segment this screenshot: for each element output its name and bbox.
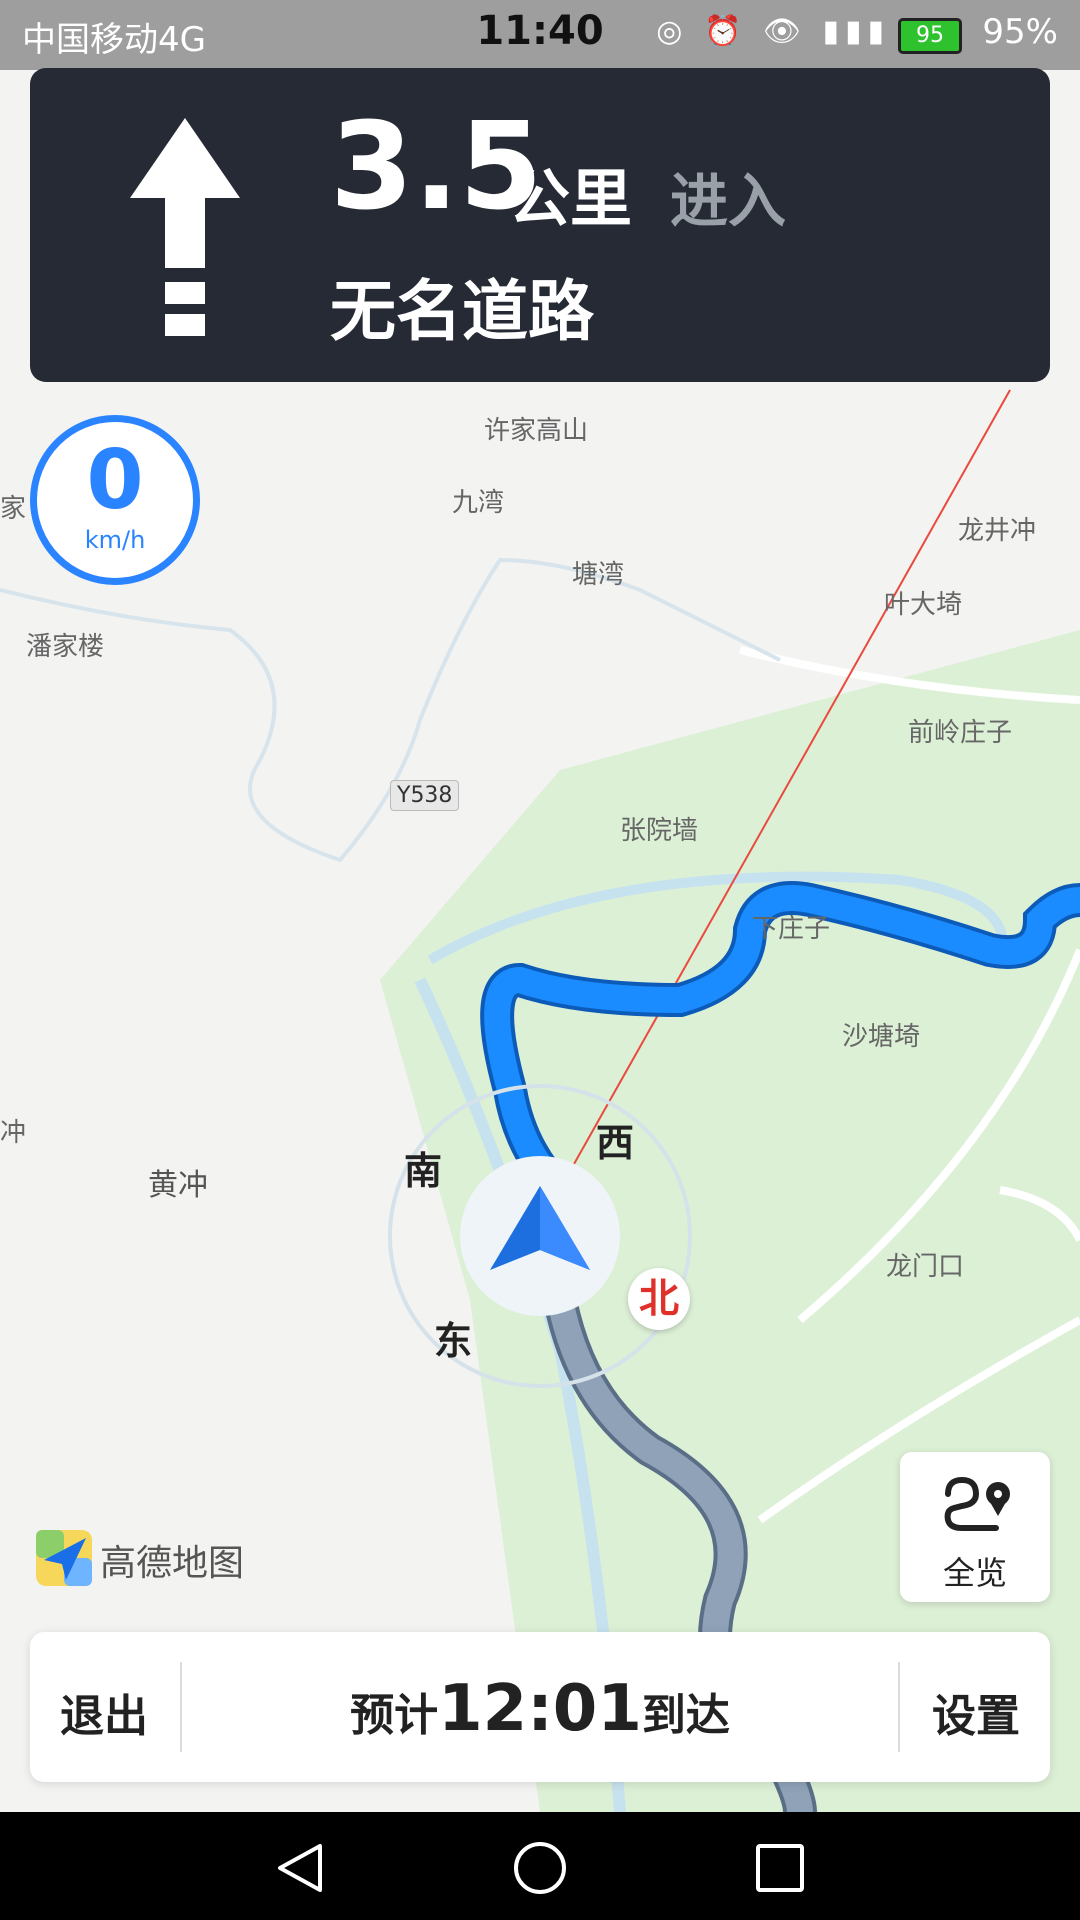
road-number-badge: Y538 [390, 780, 460, 811]
amap-logo-icon [36, 1530, 92, 1586]
eta-time: 12:01 [438, 1672, 642, 1746]
recents-icon[interactable] [752, 1840, 808, 1896]
back-icon[interactable] [272, 1840, 328, 1896]
place-label: 许家高山 [484, 416, 589, 446]
place-label: 龙门口 [886, 1252, 965, 1282]
place-label: 潘家楼 [26, 632, 105, 662]
amap-logo-text: 高德地图 [100, 1543, 245, 1584]
place-label: 前岭庄子 [908, 718, 1013, 748]
eta-prefix: 预计 [350, 1690, 439, 1741]
place-label: 家 [0, 494, 27, 524]
turn-action: 进入 [670, 167, 787, 235]
eta-suffix: 到达 [641, 1690, 730, 1741]
speed-indicator: 0 km/h [30, 415, 200, 585]
compass-south-label: 南 [404, 1149, 443, 1193]
speed-unit: km/h [84, 526, 146, 554]
place-label: 塘湾 [572, 560, 625, 590]
battery-icon: 95 [898, 18, 962, 54]
navigation-bottom-bar: 退出 预计12:01到达 设置 [30, 1632, 1050, 1782]
route-overview-icon [944, 1476, 1010, 1531]
compass-east-label: 东 [434, 1319, 473, 1363]
place-label: 叶大埼 [884, 590, 963, 620]
place-label: 张院墙 [620, 816, 699, 846]
status-bar: 中国移动4G 11:40 ◎ ⏰ 👁 ▮▮▮ 95 95% [0, 0, 1080, 70]
place-label: 冲 [0, 1118, 27, 1148]
compass-west-label: 西 [596, 1121, 635, 1165]
distance-unit: 公里 [508, 162, 633, 235]
speed-value: 0 [86, 433, 144, 528]
system-navigation-bar [0, 1812, 1080, 1920]
exit-button[interactable]: 退出 [60, 1680, 148, 1744]
place-label: 龙井冲 [958, 516, 1037, 546]
place-label: 黄冲 [148, 1168, 208, 1203]
turn-instruction-card: 3.5 公里 进入 无名道路 [30, 68, 1050, 382]
status-icons: ◎ ⏰ 👁 ▮▮▮ [656, 14, 890, 49]
eta-display: 预计12:01到达 [180, 1672, 900, 1746]
home-icon[interactable] [512, 1840, 568, 1896]
straight-arrow-icon [130, 118, 240, 336]
place-label: 九湾 [452, 488, 505, 518]
place-label: 下庄子 [752, 914, 831, 944]
settings-button[interactable]: 设置 [932, 1680, 1020, 1744]
divider [898, 1662, 900, 1752]
compass-north-badge[interactable]: 北 [628, 1268, 690, 1330]
overview-label: 全览 [942, 1554, 1007, 1592]
battery-percent: 95% [982, 12, 1058, 52]
place-label: 沙塘埼 [842, 1022, 921, 1052]
overview-button[interactable]: 全览 [900, 1452, 1050, 1602]
road-name: 无名道路 [330, 273, 594, 350]
